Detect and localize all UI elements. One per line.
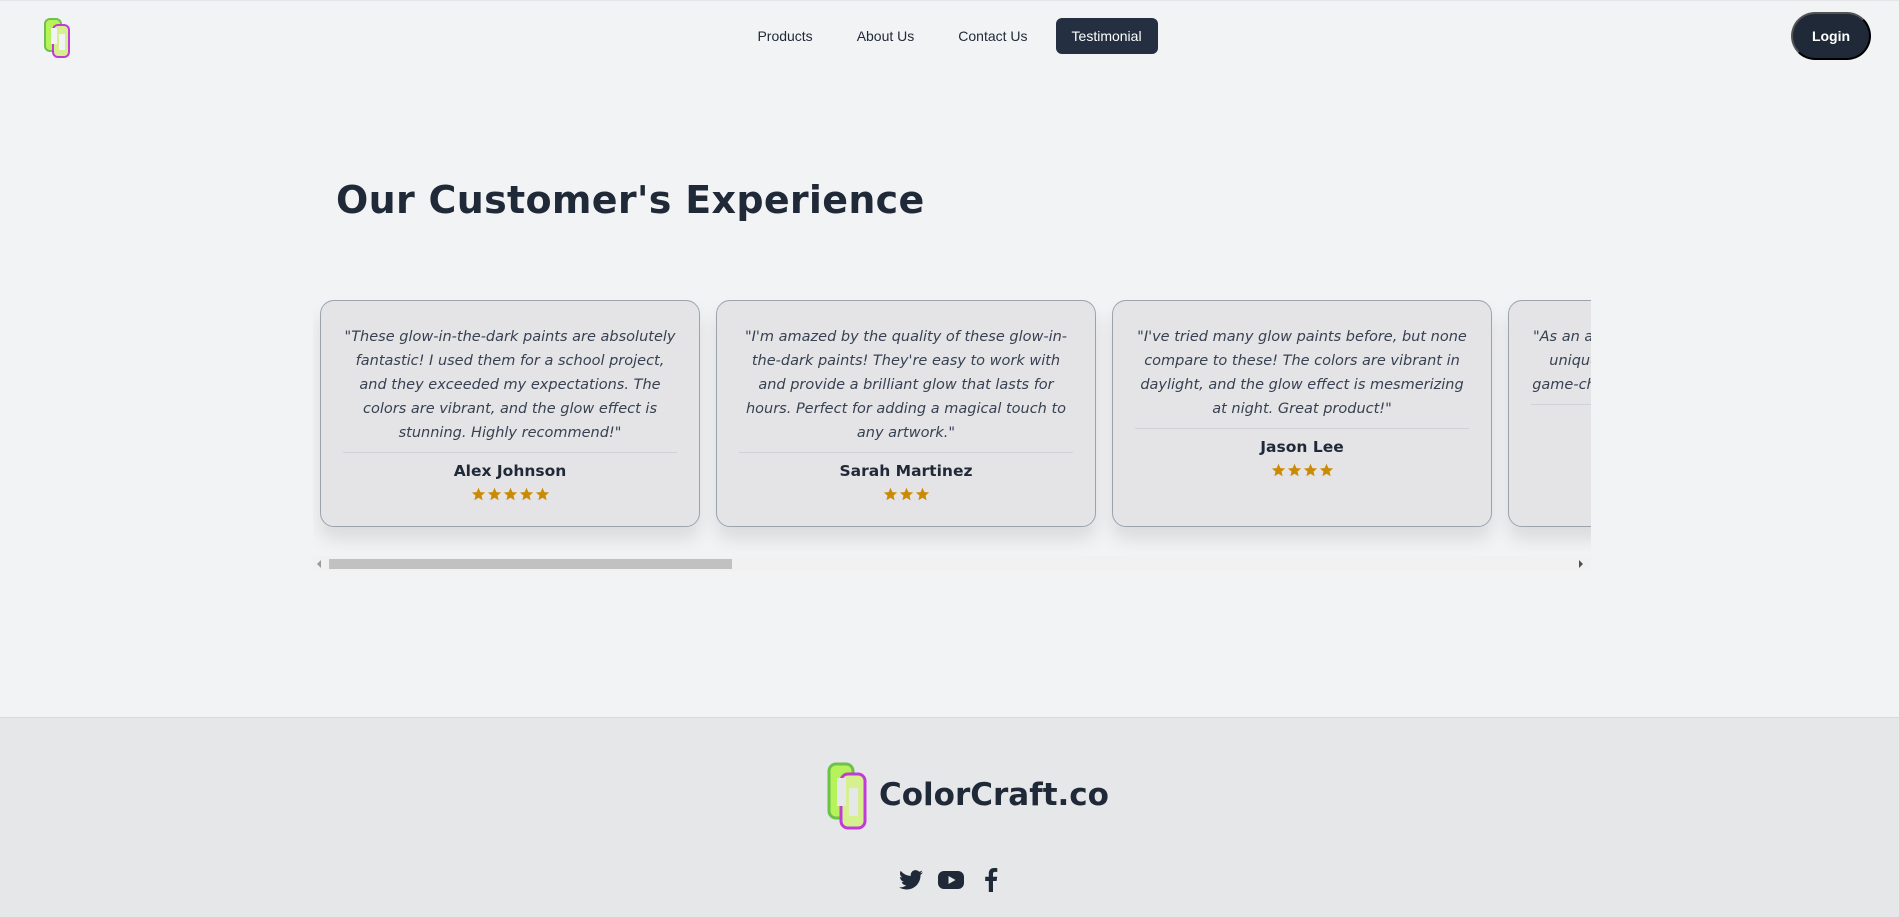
youtube-icon[interactable]: [938, 867, 964, 893]
testimonial-author: Alex Johnson: [453, 462, 567, 480]
testimonial-carousel[interactable]: "These glow-in-the-dark paints are absol…: [313, 292, 1591, 572]
site-header: Products About Us Contact Us Testimonial…: [0, 0, 1899, 70]
brand-name: ColorCraft.co: [879, 777, 1109, 813]
star-icon: [1319, 463, 1333, 477]
star-icon: [1303, 463, 1317, 477]
main-nav: Products About Us Contact Us Testimonial: [0, 18, 1899, 54]
brand-logo-icon: [827, 762, 867, 830]
testimonial-quote: "As an artist, I love how these paints o…: [1532, 329, 1591, 393]
testimonial-author: Sarah Martinez: [839, 462, 973, 480]
star-icon: [535, 487, 549, 501]
card-divider: [739, 452, 1073, 453]
star-icon: [503, 487, 517, 501]
nav-about-us[interactable]: About Us: [841, 18, 931, 54]
star-icon: [899, 487, 913, 501]
login-button[interactable]: Login: [1791, 12, 1871, 60]
star-rating: [737, 487, 1075, 502]
scroll-left-arrow-icon[interactable]: [317, 560, 321, 568]
star-icon: [1271, 463, 1285, 477]
star-rating: [1133, 463, 1471, 478]
testimonial-author: Jason Lee: [1260, 438, 1344, 456]
nav-contact-us[interactable]: Contact Us: [942, 18, 1043, 54]
testimonial-card: "As an artist, I love how these paints o…: [1508, 300, 1591, 527]
twitter-icon[interactable]: [898, 867, 924, 893]
testimonial-quote: "I'm amazed by the quality of these glow…: [744, 329, 1068, 441]
section-title: Our Customer's Experience: [336, 178, 925, 222]
card-divider: [1135, 428, 1469, 429]
star-icon: [519, 487, 533, 501]
social-links: [898, 867, 1004, 893]
scrollbar-thumb[interactable]: [329, 559, 732, 569]
star-icon: [915, 487, 929, 501]
star-icon: [471, 487, 485, 501]
testimonial-card: "I'm amazed by the quality of these glow…: [716, 300, 1096, 527]
carousel-scrollbar[interactable]: [313, 556, 1591, 571]
nav-products[interactable]: Products: [741, 18, 828, 54]
testimonial-card: "I've tried many glow paints before, but…: [1112, 300, 1492, 527]
footer-brand: ColorCraft.co: [827, 760, 1109, 830]
star-icon: [1287, 463, 1301, 477]
card-divider: [343, 452, 677, 453]
testimonial-quote: "I've tried many glow paints before, but…: [1137, 329, 1467, 417]
site-footer: ColorCraft.co: [0, 717, 1899, 917]
testimonial-card: "These glow-in-the-dark paints are absol…: [320, 300, 700, 527]
carousel-track: "These glow-in-the-dark paints are absol…: [313, 292, 1591, 557]
scroll-right-arrow-icon[interactable]: [1579, 560, 1583, 568]
nav-testimonial[interactable]: Testimonial: [1055, 18, 1158, 54]
testimonial-quote: "These glow-in-the-dark paints are absol…: [344, 329, 676, 441]
card-divider: [1531, 404, 1591, 405]
star-rating: [341, 487, 679, 502]
facebook-icon[interactable]: [978, 867, 1004, 893]
star-icon: [487, 487, 501, 501]
star-icon: [883, 487, 897, 501]
